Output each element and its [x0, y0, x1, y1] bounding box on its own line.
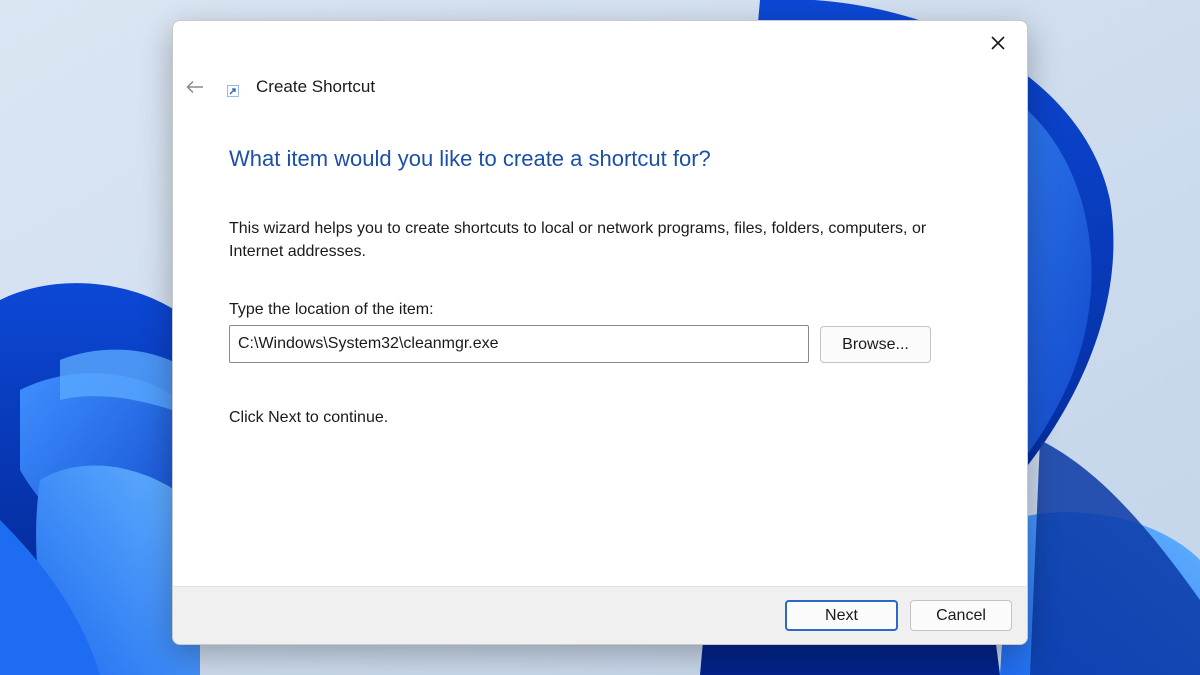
continue-instruction: Click Next to continue. — [229, 409, 389, 426]
back-arrow-icon — [186, 80, 203, 94]
wizard-description: This wizard helps you to create shortcut… — [229, 220, 927, 260]
close-icon — [991, 36, 1005, 50]
close-button[interactable] — [979, 27, 1017, 59]
location-input[interactable] — [229, 325, 809, 363]
dialog-footer: Next Cancel — [173, 586, 1027, 644]
location-label: Type the location of the item: — [229, 301, 434, 318]
create-shortcut-dialog: Create Shortcut What item would you like… — [172, 20, 1028, 645]
page-heading: What item would you like to create a sho… — [229, 146, 711, 171]
browse-button[interactable]: Browse... — [820, 326, 931, 363]
shortcut-icon — [227, 85, 239, 97]
cancel-button[interactable]: Cancel — [910, 600, 1012, 631]
next-button[interactable]: Next — [785, 600, 898, 631]
back-button[interactable] — [181, 73, 209, 101]
wizard-title: Create Shortcut — [256, 77, 376, 96]
